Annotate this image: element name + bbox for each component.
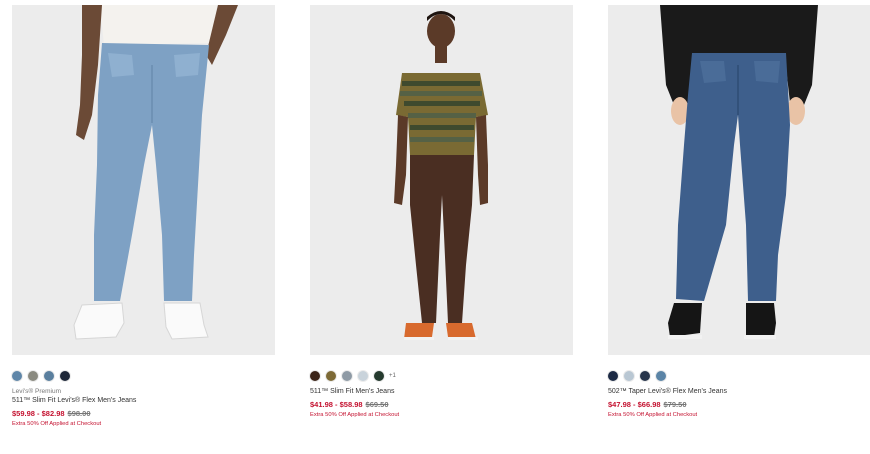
color-swatch[interactable] [656, 371, 666, 381]
product-brand: Levi's® Premium [12, 388, 62, 395]
product-photo-brown-jeans [310, 5, 573, 355]
product-price: $41.98 - $58.98 $69.50 [310, 399, 573, 410]
color-swatch[interactable] [624, 371, 634, 381]
product-name[interactable]: 511™ Slim Fit Men's Jeans [310, 387, 573, 397]
product-card[interactable]: 502™ Taper Levi's® Flex Men's Jeans $47.… [608, 5, 870, 420]
sale-price: $41.98 - $58.98 [310, 400, 363, 409]
product-card[interactable]: Levi's® Premium 511™ Slim Fit Levi's® Fl… [12, 5, 275, 429]
sale-price: $59.98 - $82.98 [12, 409, 65, 418]
promo-text: Extra 50% Off Applied at Checkout [310, 412, 400, 418]
color-swatch[interactable] [358, 371, 368, 381]
product-price: $47.98 - $66.98 $79.50 [608, 399, 870, 410]
product-photo-light-wash-jeans [12, 5, 275, 355]
color-swatch[interactable] [374, 371, 384, 381]
promo-text: Extra 50% Off Applied at Checkout [608, 412, 698, 418]
color-swatch[interactable] [44, 371, 54, 381]
original-price: $69.50 [365, 400, 389, 409]
promo-text: Extra 50% Off Applied at Checkout [12, 421, 102, 427]
product-price: $59.98 - $82.98 $98.00 [12, 408, 275, 419]
product-name[interactable]: 502™ Taper Levi's® Flex Men's Jeans [608, 387, 870, 397]
original-price: $79.50 [663, 400, 687, 409]
color-swatches: +1 [310, 370, 573, 382]
product-image[interactable] [12, 5, 275, 355]
sale-price: $47.98 - $66.98 [608, 400, 661, 409]
product-photo-dark-wash-jeans [608, 5, 870, 355]
color-swatch[interactable] [310, 371, 320, 381]
color-swatch[interactable] [60, 371, 70, 381]
color-swatch[interactable] [12, 371, 22, 381]
product-name[interactable]: 511™ Slim Fit Levi's® Flex Men's Jeans [12, 396, 275, 406]
product-card[interactable]: +1 511™ Slim Fit Men's Jeans $41.98 - $5… [310, 5, 573, 420]
color-swatch[interactable] [608, 371, 618, 381]
color-swatch[interactable] [342, 371, 352, 381]
color-swatch[interactable] [326, 371, 336, 381]
product-image[interactable] [310, 5, 573, 355]
color-swatches [608, 370, 870, 382]
product-image[interactable] [608, 5, 870, 355]
more-colors-link[interactable]: +1 [389, 373, 396, 379]
original-price: $98.00 [67, 409, 91, 418]
color-swatches [12, 370, 275, 382]
color-swatch[interactable] [28, 371, 38, 381]
color-swatch[interactable] [640, 371, 650, 381]
